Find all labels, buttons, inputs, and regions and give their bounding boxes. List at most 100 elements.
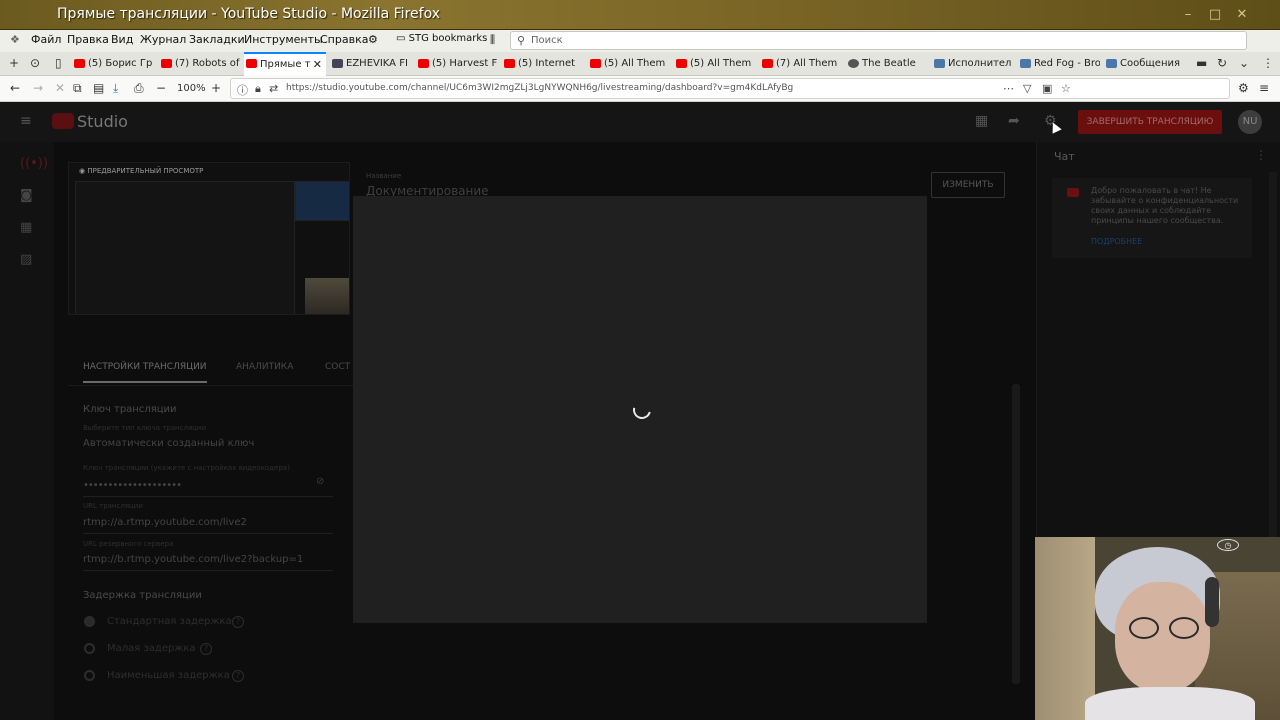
page-actions-icon[interactable]: ⋯ [1003, 82, 1014, 95]
backup-url-label: URL резервного сервера [83, 540, 174, 548]
gear-icon[interactable]: ⚙ [368, 33, 378, 46]
folder-icon: ▭ [396, 33, 406, 44]
browser-tab[interactable]: (5) All Them [674, 54, 756, 76]
url-text: https://studio.youtube.com/channel/UC6m3… [286, 83, 794, 93]
download-icon[interactable]: ⤓ [113, 81, 118, 96]
stop-icon[interactable]: ✕ [55, 81, 65, 95]
menu-file[interactable]: Файл [31, 33, 61, 46]
print-icon[interactable]: ⎙ [134, 81, 144, 96]
minimize-button[interactable]: – [1180, 7, 1196, 23]
zoom-out-icon[interactable]: − [156, 81, 166, 95]
end-stream-button[interactable]: ЗАВЕРШИТЬ ТРАНСЛЯЦИЮ [1078, 110, 1222, 134]
glasses-icon [1121, 617, 1209, 639]
zoom-in-icon[interactable]: + [211, 81, 221, 95]
history-icon[interactable]: ⊙ [30, 56, 40, 70]
help-icon[interactable]: ? [232, 670, 244, 682]
library-icon[interactable]: ⫼ [490, 33, 495, 47]
help-icon[interactable]: ? [200, 643, 212, 655]
info-icon[interactable]: ⓘ [237, 82, 248, 98]
browser-tab[interactable]: EZHEVIKA FI [330, 54, 412, 76]
radio-low-latency[interactable] [84, 643, 95, 654]
tab-stream-settings[interactable]: НАСТРОЙКИ ТРАНСЛЯЦИИ [83, 362, 207, 383]
tab-status[interactable]: СОСТ [325, 362, 350, 372]
browser-tab[interactable]: (7) Robots of [159, 54, 241, 76]
menu-bar: ❖ Файл Правка Вид Журнал Закладки Инстру… [0, 30, 1280, 52]
pocket-icon[interactable]: ▽ [1023, 82, 1031, 95]
window-titlebar: Прямые трансляции - YouTube Studio - Moz… [0, 0, 1280, 30]
browser-tab[interactable]: (5) Internet [502, 54, 584, 76]
tab-label: (7) Robots of [175, 58, 240, 69]
browser-tab[interactable]: (5) All Them [588, 54, 670, 76]
content-scrollbar[interactable] [1012, 384, 1020, 684]
new-tab-plus-icon[interactable]: + [9, 56, 19, 70]
tab-label: EZHEVIKA FI [346, 58, 408, 69]
menu-bookmarks[interactable]: Закладки [189, 33, 245, 46]
reader-icon[interactable]: ▣ [1042, 82, 1052, 95]
menu-icon[interactable]: ⋮ [1262, 56, 1274, 70]
tab-container-icon[interactable]: ▬ [1196, 56, 1207, 70]
hamburger-menu-icon[interactable]: ≡ [1259, 81, 1269, 95]
clipboard-icon[interactable]: ▤ [93, 81, 104, 95]
close-window-button[interactable]: ✕ [1234, 7, 1250, 23]
tab-label: Исполнител [948, 58, 1012, 69]
star-icon[interactable]: ☆ [1061, 82, 1071, 95]
zoom-level[interactable]: 100% [177, 83, 206, 94]
stream-key-field[interactable]: •••••••••••••••••••• [83, 480, 182, 491]
browser-tab[interactable]: (5) Harvest F [416, 54, 498, 76]
permissions-icon[interactable]: ⇄ [269, 82, 278, 95]
app-menu-icon[interactable]: ❖ [10, 33, 20, 46]
bookmarks-folder[interactable]: ▭ STG bookmarks [396, 33, 487, 44]
browser-tab[interactable]: Исполнител [932, 54, 1014, 76]
browser-tab[interactable]: Сообщения [1104, 54, 1186, 76]
browser-tab[interactable]: The Beatle [846, 54, 928, 76]
url-bar[interactable]: ⓘ 🔒︎ ⇄ https://studio.youtube.com/channe… [230, 78, 1230, 99]
radio-label: Малая задержка [107, 643, 196, 654]
learn-more-link[interactable]: ПОДРОБНЕЕ [1091, 237, 1142, 246]
back-icon[interactable]: ← [10, 81, 20, 95]
chevron-down-icon[interactable]: ⌄ [1239, 56, 1249, 70]
search-placeholder: Поиск [531, 35, 563, 46]
tab-label: (5) Harvest F [432, 58, 498, 69]
menu-tools[interactable]: Инструменты [244, 33, 323, 46]
radio-label: Стандартная задержка [107, 616, 232, 627]
browser-tab[interactable]: Red Fog - Bro [1018, 54, 1100, 76]
help-icon[interactable]: ? [232, 616, 244, 628]
camera-icon[interactable]: ◙ [20, 188, 33, 203]
youtube-logo-icon[interactable] [52, 113, 74, 129]
menu-edit[interactable]: Правка [67, 33, 109, 46]
hamburger-icon[interactable]: ≡ [20, 113, 32, 129]
tab-label: The Beatle [862, 58, 916, 69]
copy-icon[interactable]: ⧉ [73, 81, 82, 96]
search-input[interactable]: ⚲ Поиск [510, 31, 1247, 50]
more-options-icon[interactable]: ⋮ [1255, 148, 1267, 162]
manage-icon[interactable]: ▨ [20, 252, 32, 267]
radio-ultra-low-latency[interactable] [84, 670, 95, 681]
tab-analytics[interactable]: АНАЛИТИКА [236, 362, 293, 372]
stream-url-field[interactable]: rtmp://a.rtmp.youtube.com/live2 [83, 517, 247, 528]
calendar-icon[interactable]: ▦ [20, 220, 32, 235]
forward-icon[interactable]: → [33, 81, 43, 95]
studio-brand[interactable]: Studio [77, 112, 128, 131]
visibility-off-icon[interactable]: ⊘ [316, 476, 324, 487]
share-icon[interactable]: ➦ [1008, 113, 1020, 129]
close-tab-icon[interactable]: ✕ [313, 54, 322, 76]
menu-help[interactable]: Справка [320, 33, 368, 46]
menu-view[interactable]: Вид [111, 33, 133, 46]
browser-tab[interactable]: (5) Борис Гр [72, 54, 157, 76]
live-stream-icon[interactable]: ((•)) [20, 156, 48, 171]
tab-label: Прямые т [260, 59, 311, 70]
menu-history[interactable]: Журнал [140, 33, 186, 46]
browser-tab[interactable]: (7) All Them [760, 54, 842, 76]
radio-standard-latency[interactable] [84, 616, 95, 627]
browser-tab-active[interactable]: Прямые т ✕ [244, 52, 326, 76]
maximize-button[interactable]: □ [1207, 7, 1223, 23]
youtube-icon [246, 59, 257, 68]
extensions-icon[interactable]: ⚙ [1238, 81, 1249, 95]
avatar[interactable]: NU [1238, 110, 1262, 134]
backup-url-field[interactable]: rtmp://b.rtmp.youtube.com/live2?backup=1 [83, 554, 303, 565]
edit-button[interactable]: ИЗМЕНИТЬ [931, 172, 1005, 198]
tab-list-icon[interactable]: ▯ [55, 56, 62, 70]
key-type-select[interactable]: Автоматически созданный ключ [83, 438, 254, 449]
clapperboard-icon[interactable]: ▦ [975, 113, 988, 129]
reload-all-icon[interactable]: ↻ [1217, 56, 1227, 70]
